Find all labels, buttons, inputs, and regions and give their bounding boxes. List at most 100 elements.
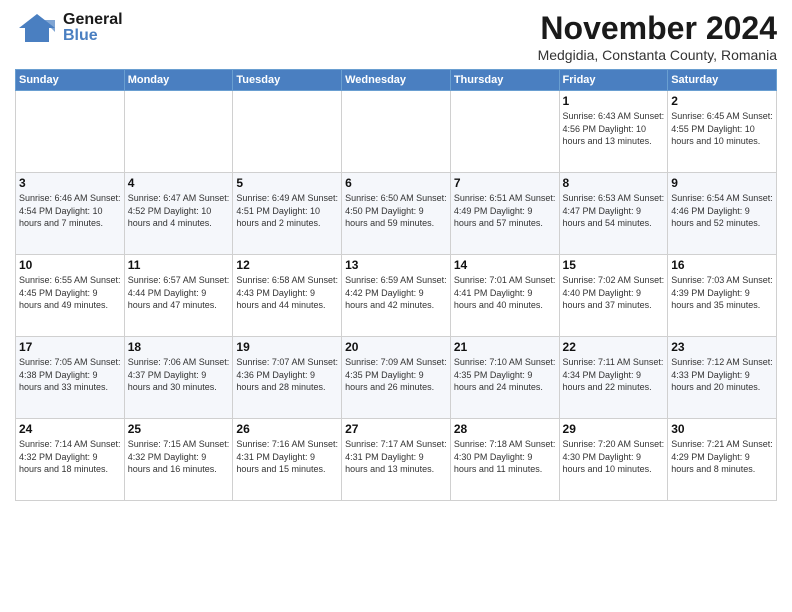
- calendar-cell: 17 Sunrise: 7:05 AM Sunset: 4:38 PM Dayli…: [16, 337, 125, 419]
- day-info: Sunrise: 7:05 AM Sunset: 4:38 PM Dayligh…: [19, 356, 121, 394]
- day-number: 14: [454, 258, 556, 272]
- day-number: 26: [236, 422, 338, 436]
- day-number: 24: [19, 422, 121, 436]
- day-info: Sunrise: 7:14 AM Sunset: 4:32 PM Dayligh…: [19, 438, 121, 476]
- day-number: 11: [128, 258, 230, 272]
- calendar-cell: 16 Sunrise: 7:03 AM Sunset: 4:39 PM Dayli…: [668, 255, 777, 337]
- day-info: Sunrise: 7:21 AM Sunset: 4:29 PM Dayligh…: [671, 438, 773, 476]
- day-info: Sunrise: 7:17 AM Sunset: 4:31 PM Dayligh…: [345, 438, 447, 476]
- day-number: 9: [671, 176, 773, 190]
- day-number: 15: [563, 258, 665, 272]
- day-info: Sunrise: 6:45 AM Sunset: 4:55 PM Dayligh…: [671, 110, 773, 148]
- calendar-cell: 21 Sunrise: 7:10 AM Sunset: 4:35 PM Dayli…: [450, 337, 559, 419]
- day-number: 16: [671, 258, 773, 272]
- day-number: 6: [345, 176, 447, 190]
- col-tuesday: Tuesday: [233, 70, 342, 91]
- logo-icon: [15, 10, 59, 46]
- col-thursday: Thursday: [450, 70, 559, 91]
- calendar-cell: 18 Sunrise: 7:06 AM Sunset: 4:37 PM Dayli…: [124, 337, 233, 419]
- calendar-cell: 23 Sunrise: 7:12 AM Sunset: 4:33 PM Dayli…: [668, 337, 777, 419]
- calendar-cell: 22Sunrise: 7:11 AM Sunset: 4:34 PM Dayli…: [559, 337, 668, 419]
- col-wednesday: Wednesday: [342, 70, 451, 91]
- day-info: Sunrise: 7:15 AM Sunset: 4:32 PM Dayligh…: [128, 438, 230, 476]
- day-number: 10: [19, 258, 121, 272]
- day-number: 3: [19, 176, 121, 190]
- calendar-cell: 14 Sunrise: 7:01 AM Sunset: 4:41 PM Dayli…: [450, 255, 559, 337]
- day-number: 22: [563, 340, 665, 354]
- day-info: Sunrise: 6:53 AM Sunset: 4:47 PM Dayligh…: [563, 192, 665, 230]
- logo-general-text: General: [63, 12, 123, 28]
- day-number: 29: [563, 422, 665, 436]
- day-number: 13: [345, 258, 447, 272]
- calendar-cell: 13 Sunrise: 6:59 AM Sunset: 4:42 PM Dayli…: [342, 255, 451, 337]
- header-row: Sunday Monday Tuesday Wednesday Thursday…: [16, 70, 777, 91]
- calendar-cell: 2 Sunrise: 6:45 AM Sunset: 4:55 PM Daylig…: [668, 91, 777, 173]
- day-info: Sunrise: 7:01 AM Sunset: 4:41 PM Dayligh…: [454, 274, 556, 312]
- day-number: 20: [345, 340, 447, 354]
- calendar-cell: 1 Sunrise: 6:43 AM Sunset: 4:56 PM Daylig…: [559, 91, 668, 173]
- day-number: 12: [236, 258, 338, 272]
- calendar-cell: 27 Sunrise: 7:17 AM Sunset: 4:31 PM Dayli…: [342, 419, 451, 501]
- calendar-cell: 5 Sunrise: 6:49 AM Sunset: 4:51 PM Daylig…: [233, 173, 342, 255]
- calendar-week-1: 1 Sunrise: 6:43 AM Sunset: 4:56 PM Daylig…: [16, 91, 777, 173]
- day-info: Sunrise: 7:20 AM Sunset: 4:30 PM Dayligh…: [563, 438, 665, 476]
- col-friday: Friday: [559, 70, 668, 91]
- location-subtitle: Medgidia, Constanta County, Romania: [538, 47, 777, 63]
- calendar-cell: 26 Sunrise: 7:16 AM Sunset: 4:31 PM Dayli…: [233, 419, 342, 501]
- day-number: 7: [454, 176, 556, 190]
- day-info: Sunrise: 7:10 AM Sunset: 4:35 PM Dayligh…: [454, 356, 556, 394]
- calendar-cell: 12Sunrise: 6:58 AM Sunset: 4:43 PM Dayli…: [233, 255, 342, 337]
- calendar-cell: 11 Sunrise: 6:57 AM Sunset: 4:44 PM Dayli…: [124, 255, 233, 337]
- day-number: 8: [563, 176, 665, 190]
- calendar-cell: 29 Sunrise: 7:20 AM Sunset: 4:30 PM Dayli…: [559, 419, 668, 501]
- day-info: Sunrise: 6:55 AM Sunset: 4:45 PM Dayligh…: [19, 274, 121, 312]
- calendar-cell: [342, 91, 451, 173]
- calendar-cell: 6Sunrise: 6:50 AM Sunset: 4:50 PM Daylig…: [342, 173, 451, 255]
- col-saturday: Saturday: [668, 70, 777, 91]
- calendar-week-5: 24 Sunrise: 7:14 AM Sunset: 4:32 PM Dayli…: [16, 419, 777, 501]
- day-number: 2: [671, 94, 773, 108]
- calendar-table: Sunday Monday Tuesday Wednesday Thursday…: [15, 69, 777, 501]
- day-number: 5: [236, 176, 338, 190]
- calendar-cell: 25 Sunrise: 7:15 AM Sunset: 4:32 PM Dayli…: [124, 419, 233, 501]
- day-number: 28: [454, 422, 556, 436]
- day-info: Sunrise: 6:54 AM Sunset: 4:46 PM Dayligh…: [671, 192, 773, 230]
- calendar-page: General Blue November 2024 Medgidia, Con…: [0, 0, 792, 612]
- day-info: Sunrise: 6:51 AM Sunset: 4:49 PM Dayligh…: [454, 192, 556, 230]
- day-info: Sunrise: 7:12 AM Sunset: 4:33 PM Dayligh…: [671, 356, 773, 394]
- calendar-cell: [16, 91, 125, 173]
- calendar-cell: [124, 91, 233, 173]
- day-number: 27: [345, 422, 447, 436]
- day-info: Sunrise: 7:06 AM Sunset: 4:37 PM Dayligh…: [128, 356, 230, 394]
- col-sunday: Sunday: [16, 70, 125, 91]
- calendar-week-4: 17 Sunrise: 7:05 AM Sunset: 4:38 PM Dayli…: [16, 337, 777, 419]
- day-number: 4: [128, 176, 230, 190]
- day-number: 17: [19, 340, 121, 354]
- day-info: Sunrise: 7:09 AM Sunset: 4:35 PM Dayligh…: [345, 356, 447, 394]
- calendar-week-3: 10 Sunrise: 6:55 AM Sunset: 4:45 PM Dayli…: [16, 255, 777, 337]
- day-info: Sunrise: 6:49 AM Sunset: 4:51 PM Dayligh…: [236, 192, 338, 230]
- day-number: 21: [454, 340, 556, 354]
- logo-blue-text: Blue: [63, 28, 123, 44]
- calendar-cell: 8 Sunrise: 6:53 AM Sunset: 4:47 PM Daylig…: [559, 173, 668, 255]
- day-info: Sunrise: 7:03 AM Sunset: 4:39 PM Dayligh…: [671, 274, 773, 312]
- page-header: General Blue November 2024 Medgidia, Con…: [15, 10, 777, 63]
- calendar-cell: 7 Sunrise: 6:51 AM Sunset: 4:49 PM Daylig…: [450, 173, 559, 255]
- calendar-cell: 24 Sunrise: 7:14 AM Sunset: 4:32 PM Dayli…: [16, 419, 125, 501]
- day-number: 1: [563, 94, 665, 108]
- day-info: Sunrise: 7:02 AM Sunset: 4:40 PM Dayligh…: [563, 274, 665, 312]
- day-info: Sunrise: 6:57 AM Sunset: 4:44 PM Dayligh…: [128, 274, 230, 312]
- day-info: Sunrise: 7:16 AM Sunset: 4:31 PM Dayligh…: [236, 438, 338, 476]
- day-number: 18: [128, 340, 230, 354]
- day-info: Sunrise: 6:59 AM Sunset: 4:42 PM Dayligh…: [345, 274, 447, 312]
- day-number: 25: [128, 422, 230, 436]
- calendar-cell: 10 Sunrise: 6:55 AM Sunset: 4:45 PM Dayli…: [16, 255, 125, 337]
- month-title: November 2024: [538, 10, 777, 47]
- day-info: Sunrise: 6:43 AM Sunset: 4:56 PM Dayligh…: [563, 110, 665, 148]
- logo-label: General Blue: [63, 12, 123, 44]
- day-number: 30: [671, 422, 773, 436]
- calendar-cell: 30 Sunrise: 7:21 AM Sunset: 4:29 PM Dayli…: [668, 419, 777, 501]
- day-number: 23: [671, 340, 773, 354]
- title-block: November 2024 Medgidia, Constanta County…: [538, 10, 777, 63]
- calendar-cell: 28Sunrise: 7:18 AM Sunset: 4:30 PM Dayli…: [450, 419, 559, 501]
